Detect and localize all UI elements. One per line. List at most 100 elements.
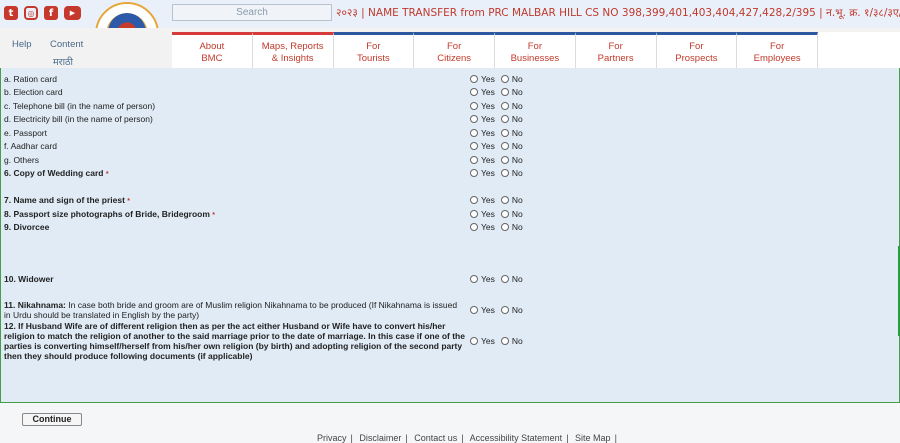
row-description: In case both bride and groom are of Musl… (4, 300, 458, 320)
yes-radio[interactable] (470, 102, 478, 110)
yes-label: Yes (481, 155, 495, 165)
no-label: No (511, 141, 523, 151)
radio-group: Yes No (470, 274, 523, 284)
nav-citizens[interactable]: For Citizens (414, 32, 495, 68)
radio-group: Yes No (470, 168, 523, 178)
yes-radio[interactable] (470, 337, 478, 345)
yes-label: Yes (481, 222, 495, 232)
radio-group: Yes No (470, 141, 523, 151)
yes-radio[interactable] (470, 75, 478, 83)
no-radio[interactable] (500, 210, 509, 218)
row-heading: 11. Nikahnama: (4, 300, 66, 310)
utility-links: Help Content मराठी A A A A A (0, 28, 172, 92)
yes-radio[interactable] (470, 115, 478, 123)
no-radio[interactable] (500, 337, 509, 345)
sitemap-link[interactable]: Site Map (575, 433, 611, 443)
twitter-icon[interactable]: t (4, 6, 18, 20)
separator: | (461, 433, 464, 443)
nav-label: Maps, Reports (261, 41, 324, 52)
nav-label: Citizens (437, 53, 472, 64)
no-radio[interactable] (500, 75, 509, 83)
instagram-icon[interactable]: ◎ (24, 6, 38, 20)
yes-label: Yes (481, 141, 495, 151)
no-radio[interactable] (500, 196, 509, 204)
nav-tourists[interactable]: For Tourists (333, 32, 415, 68)
no-radio[interactable] (500, 156, 509, 164)
social-links: t ◎ f ▶ (4, 6, 81, 20)
document-checklist-form: a. Ration card Yes No b. Election card Ye… (0, 68, 900, 403)
yes-radio[interactable] (470, 306, 478, 314)
yes-radio[interactable] (470, 88, 478, 96)
nav-businesses[interactable]: For Businesses (495, 32, 576, 68)
accessibility-link[interactable]: Accessibility Statement (470, 433, 563, 443)
yes-radio[interactable] (470, 169, 478, 177)
nav-prospects[interactable]: For Prospects (656, 32, 738, 68)
nav-maps-reports[interactable]: Maps, Reports & Insights (252, 32, 334, 68)
no-label: No (511, 87, 523, 97)
yes-label: Yes (481, 336, 495, 346)
yes-radio[interactable] (470, 210, 478, 218)
yes-radio[interactable] (470, 275, 478, 283)
no-label: No (511, 155, 523, 165)
no-radio[interactable] (500, 306, 509, 314)
nav-partners[interactable]: For Partners (575, 32, 657, 68)
yes-radio[interactable] (470, 223, 478, 231)
yes-label: Yes (481, 87, 495, 97)
no-radio[interactable] (500, 142, 509, 150)
required-marker: * (127, 198, 131, 205)
yes-label: Yes (481, 74, 495, 84)
doc-widower: 10. Widower (4, 274, 54, 284)
no-radio[interactable] (500, 169, 509, 177)
nav-label: About (199, 41, 225, 52)
doc-wedding-card: 6. Copy of Wedding card * (4, 168, 466, 180)
no-radio[interactable] (500, 129, 509, 137)
nav-label: For (527, 41, 542, 52)
privacy-link[interactable]: Privacy (317, 433, 347, 443)
help-link[interactable]: Help (12, 39, 32, 50)
continue-button[interactable]: Continue (22, 413, 82, 426)
no-label: No (511, 168, 523, 178)
no-radio[interactable] (500, 88, 509, 96)
nav-label: Tourists (357, 53, 390, 64)
radio-group: Yes No (470, 101, 523, 111)
separator: | (350, 433, 353, 443)
nav-spacer (818, 32, 900, 68)
nav-label: For (689, 41, 704, 52)
radio-group: Yes No (470, 222, 523, 232)
disclaimer-link[interactable]: Disclaimer (359, 433, 401, 443)
yes-radio[interactable] (470, 142, 478, 150)
no-label: No (511, 101, 523, 111)
doc-photographs: 8. Passport size photographs of Bride, B… (4, 209, 466, 221)
yes-label: Yes (481, 209, 495, 219)
yes-label: Yes (481, 114, 495, 124)
nav-label: For (770, 41, 785, 52)
content-link[interactable]: Content (50, 39, 83, 50)
yes-radio[interactable] (470, 156, 478, 164)
doc-ration-card: a. Ration card (4, 74, 57, 84)
nav-label: Employees (753, 53, 801, 64)
no-radio[interactable] (500, 275, 509, 283)
doc-passport: e. Passport (4, 128, 47, 138)
doc-telephone-bill: c. Telephone bill (in the name of person… (4, 101, 156, 111)
doc-others: g. Others (4, 155, 39, 165)
contact-link[interactable]: Contact us (414, 433, 457, 443)
search-input[interactable]: Search (172, 4, 332, 21)
radio-group: Yes No (470, 74, 523, 84)
yes-radio[interactable] (470, 129, 478, 137)
no-radio[interactable] (500, 115, 509, 123)
doc-aadhar-card: f. Aadhar card (4, 141, 57, 151)
doc-election-card: b. Election card (4, 87, 63, 97)
nav-employees[interactable]: For Employees (737, 32, 818, 68)
facebook-icon[interactable]: f (44, 6, 58, 20)
no-label: No (511, 305, 523, 315)
no-label: No (511, 274, 523, 284)
no-radio[interactable] (500, 102, 509, 110)
news-ticker[interactable]: २०२३ | NAME TRANSFER from PRC MALBAR HIL… (336, 5, 900, 21)
no-radio[interactable] (500, 223, 509, 231)
nav-about-bmc[interactable]: About BMC (172, 32, 253, 68)
no-label: No (511, 209, 523, 219)
youtube-icon[interactable]: ▶ (64, 6, 81, 20)
radio-group: Yes No (470, 305, 523, 315)
marathi-link[interactable]: मराठी (53, 55, 73, 68)
yes-radio[interactable] (470, 196, 478, 204)
